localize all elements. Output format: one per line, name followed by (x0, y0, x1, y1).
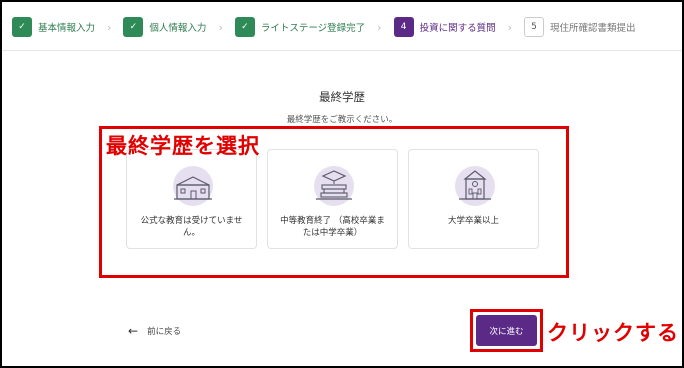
step-number: 4 (393, 17, 414, 37)
check-icon: ✓ (123, 17, 144, 37)
back-link[interactable]: ← 前に戻る (128, 324, 181, 338)
step-personal-info[interactable]: ✓ 個人情報入力 (123, 15, 206, 39)
click-annotation: クリックする (547, 321, 679, 345)
step-light-stage[interactable]: ✓ ライトステージ登録完了 (234, 15, 366, 39)
page-subtitle: 最終学歴をご教示ください。 (286, 115, 398, 125)
check-icon: ✓ (12, 17, 32, 37)
chevron-right-icon: › (218, 20, 223, 34)
step-investment-questions[interactable]: 4 投資に関する質問 (393, 15, 496, 39)
step-label: ライトステージ登録完了 (260, 23, 366, 34)
step-label: 基本情報入力 (38, 23, 96, 34)
chevron-right-icon: › (377, 20, 382, 34)
chevron-right-icon: › (507, 20, 512, 34)
select-annotation: 最終学歴を選択 (106, 134, 260, 158)
step-label: 投資に関する質問 (419, 23, 496, 34)
back-label: 前に戻る (147, 327, 182, 337)
step-label: 現住所確認書類提出 (549, 23, 636, 34)
step-label: 個人情報入力 (149, 23, 207, 34)
step-basic-info[interactable]: ✓ 基本情報入力 (12, 15, 95, 39)
progress-stepper: ✓ 基本情報入力 › ✓ 個人情報入力 › ✓ ライトステージ登録完了 › 4 … (12, 14, 672, 40)
next-button[interactable]: 次に進む (476, 315, 537, 346)
arrow-left-icon: ← (128, 324, 139, 338)
check-icon: ✓ (234, 17, 255, 37)
chevron-right-icon: › (107, 20, 112, 34)
page-title: 最終学歴 (319, 90, 365, 104)
step-number: 5 (523, 17, 544, 37)
header-divider (2, 50, 682, 51)
step-address-docs[interactable]: 5 現住所確認書類提出 (523, 15, 636, 39)
